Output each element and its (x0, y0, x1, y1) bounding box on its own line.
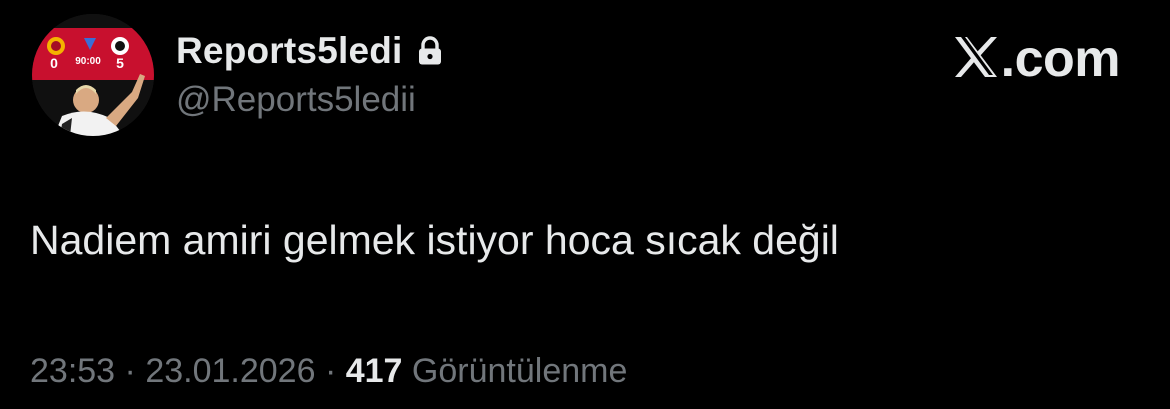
avatar[interactable]: 0 90:00 5 (32, 14, 154, 136)
tweet-date[interactable]: 23.01.2026 (145, 352, 315, 390)
author-info: Reports5ledi @Reports5ledii (176, 28, 443, 120)
lock-icon (417, 36, 443, 66)
tweet-text: Nadiem amiri gelmek istiyor hoca sıcak d… (30, 217, 839, 263)
name-row: Reports5ledi (176, 28, 443, 74)
brand-watermark: .com (953, 30, 1121, 88)
views-count[interactable]: 417 (346, 352, 403, 390)
brand-domain: .com (1000, 30, 1121, 88)
user-handle[interactable]: @Reports5ledii (176, 80, 443, 120)
meta-separator: · (324, 352, 337, 390)
scoreboard-time: 90:00 (75, 56, 101, 67)
x-logo-icon (953, 35, 999, 84)
meta-separator: · (124, 352, 136, 390)
tweet-card: 0 90:00 5 Reports5ledi @Reports5ledii .c… (0, 0, 1170, 409)
display-name[interactable]: Reports5ledi (176, 30, 403, 72)
away-score: 5 (116, 55, 124, 71)
tweet-time[interactable]: 23:53 (30, 352, 115, 390)
tweet-meta: 23:53 · 23.01.2026 · 417 Görüntülenme (30, 352, 627, 391)
home-score: 0 (50, 55, 58, 71)
avatar-image: 0 90:00 5 (32, 14, 154, 136)
views-label: Görüntülenme (411, 352, 628, 390)
